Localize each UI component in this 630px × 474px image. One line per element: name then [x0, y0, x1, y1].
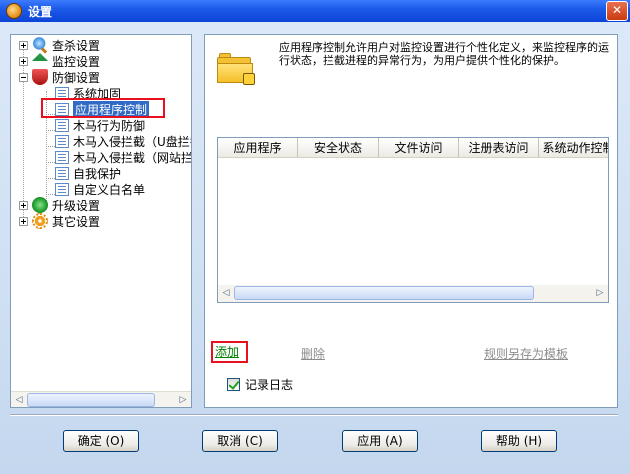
list-header: 应用程序 安全状态 文件访问 注册表访问 系统动作控制	[218, 138, 608, 158]
page-icon	[55, 166, 69, 180]
column-header-application[interactable]: 应用程序	[218, 138, 298, 157]
ok-button[interactable]: 确定 (O)	[63, 430, 139, 452]
tree-item-label: 自定义白名单	[73, 182, 146, 197]
tree-item-self-protection[interactable]: 自我保护	[55, 165, 121, 181]
scan-icon	[32, 37, 48, 53]
tree-horizontal-scrollbar[interactable]: ◁ ▷	[11, 391, 191, 407]
column-header-system-action[interactable]: 系统动作控制	[539, 138, 608, 157]
apply-button[interactable]: 应用 (A)	[342, 430, 418, 452]
cancel-button[interactable]: 取消 (C)	[202, 430, 278, 452]
tree-item-other-settings[interactable]: 其它设置	[19, 213, 100, 229]
scroll-thumb[interactable]	[234, 286, 534, 300]
column-header-security-status[interactable]: 安全状态	[298, 138, 379, 157]
delete-link[interactable]: 删除	[301, 345, 325, 362]
tree-item-label: 自我保护	[73, 166, 122, 181]
tree-item-label: 木马入侵拦截（网站拦截）	[73, 150, 192, 165]
tree-item-scan-settings[interactable]: 查杀设置	[19, 37, 100, 53]
highlight-box	[211, 341, 248, 363]
scroll-thumb[interactable]	[27, 393, 155, 407]
log-checkbox-label: 记录日志	[245, 378, 294, 392]
upgrade-icon	[32, 197, 48, 213]
app-icon	[6, 3, 22, 19]
tree-item-defense-settings[interactable]: 防御设置	[19, 69, 100, 85]
expand-icon[interactable]	[19, 216, 28, 226]
expand-icon[interactable]	[19, 40, 28, 50]
log-checkbox-row[interactable]: 记录日志	[227, 376, 293, 393]
tree-item-upgrade-settings[interactable]: 升级设置	[19, 197, 100, 213]
tree-item-usb-intercept[interactable]: 木马入侵拦截（U盘拦截）	[55, 133, 191, 149]
tree-item-label: 监控设置	[52, 54, 101, 69]
tree-item-label: 查杀设置	[52, 38, 101, 53]
tree-item-label: 木马入侵拦截（U盘拦截）	[73, 134, 191, 149]
settings-client-area: 查杀设置 监控设置 防御设置 系统加固 应用程序控制 木马行为防御 木马入侵拦截…	[0, 22, 630, 474]
save-as-template-link[interactable]: 规则另存为模板	[484, 345, 568, 362]
column-header-registry-access[interactable]: 注册表访问	[459, 138, 539, 157]
divider	[10, 414, 618, 416]
scroll-right-icon[interactable]: ▷	[175, 392, 191, 407]
column-header-file-access[interactable]: 文件访问	[379, 138, 459, 157]
rules-list[interactable]: 应用程序 安全状态 文件访问 注册表访问 系统动作控制 ◁ ▷	[217, 137, 609, 303]
shield-icon	[32, 69, 48, 85]
tree-item-custom-whitelist[interactable]: 自定义白名单	[55, 181, 145, 197]
scroll-right-icon[interactable]: ▷	[592, 285, 608, 301]
scroll-left-icon[interactable]: ◁	[11, 392, 27, 407]
umbrella-icon	[32, 53, 48, 61]
help-button[interactable]: 帮助 (H)	[481, 430, 557, 452]
page-icon	[55, 118, 69, 132]
tree-item-label: 木马行为防御	[73, 118, 146, 133]
page-icon	[55, 134, 69, 148]
tree-item-label: 其它设置	[52, 214, 101, 229]
log-checkbox[interactable]	[227, 378, 240, 391]
tree-item-label: 升级设置	[52, 198, 101, 213]
expand-icon[interactable]	[19, 200, 28, 210]
window-title: 设置	[28, 4, 53, 19]
collapse-icon[interactable]	[19, 72, 28, 82]
tree-item-web-intercept[interactable]: 木马入侵拦截（网站拦截）	[55, 149, 192, 165]
page-icon	[55, 182, 69, 196]
highlight-box	[41, 98, 165, 118]
expand-icon[interactable]	[19, 56, 28, 66]
app-control-panel: 应用程序控制允许用户对监控设置进行个性化定义，来监控程序的运行状态，拦截进程的异…	[204, 34, 618, 408]
tree-item-monitor-settings[interactable]: 监控设置	[19, 53, 100, 69]
scroll-left-icon[interactable]: ◁	[218, 285, 234, 301]
page-icon	[55, 150, 69, 164]
tree-item-label: 防御设置	[52, 70, 101, 85]
close-button[interactable]: ✕	[606, 1, 628, 21]
tree-item-trojan-behavior[interactable]: 木马行为防御	[55, 117, 145, 133]
panel-description: 应用程序控制允许用户对监控设置进行个性化定义，来监控程序的运行状态，拦截进程的异…	[279, 41, 609, 67]
folder-icon	[217, 53, 255, 85]
title-bar: 设置 ✕	[0, 0, 630, 22]
settings-tree: 查杀设置 监控设置 防御设置 系统加固 应用程序控制 木马行为防御 木马入侵拦截…	[10, 34, 192, 408]
gear-icon	[32, 213, 48, 229]
list-horizontal-scrollbar[interactable]: ◁ ▷	[218, 285, 608, 302]
